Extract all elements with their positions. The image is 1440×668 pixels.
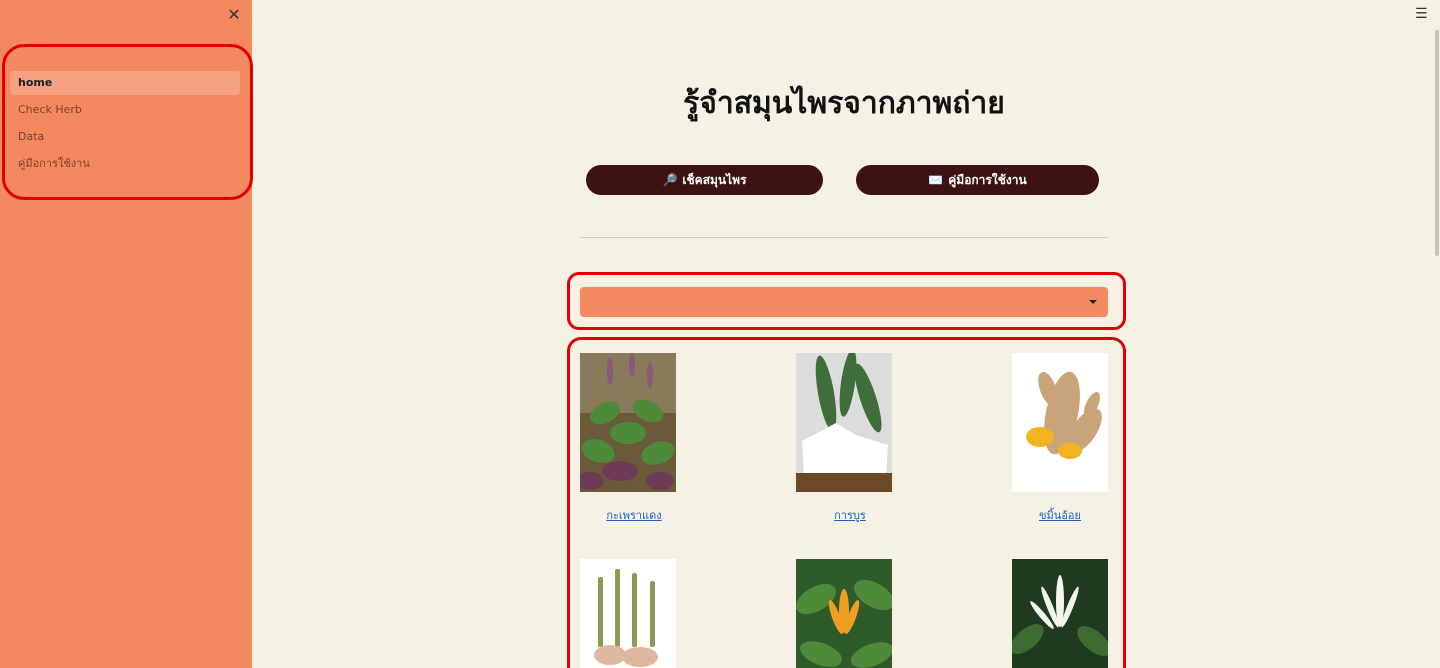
herb-link[interactable]: ขมิ้นอ้อย	[1000, 506, 1120, 524]
sidebar-nav-highlight	[2, 44, 253, 200]
magnifier-icon: 🔎	[662, 173, 678, 187]
sidebar-item-check-herb[interactable]: Check Herb	[10, 98, 240, 122]
sidebar-item-data[interactable]: Data	[10, 125, 240, 149]
herb-link[interactable]: กะเพราแดง	[574, 506, 694, 524]
white-champaca-image[interactable]	[1012, 559, 1108, 668]
chevron-down-icon	[1089, 300, 1097, 304]
divider	[580, 237, 1108, 238]
hamburger-menu-icon[interactable]: ☰	[1415, 7, 1429, 21]
page-title: รู้จำสมุนไพรจากภาพถ่าย	[683, 86, 1005, 121]
manual-label: คู่มือการใช้งาน	[948, 173, 1027, 187]
red-holy-basil-image[interactable]	[580, 353, 676, 492]
champak-flower-image[interactable]	[796, 559, 892, 668]
check-herb-button[interactable]: 🔎 เช็คสมุนไพร	[586, 165, 823, 195]
sidebar-item-manual[interactable]: คู่มือการใช้งาน	[10, 152, 240, 176]
sidebar-item-home[interactable]: home	[10, 71, 240, 95]
sidebar: ✕ home Check Herb Data คู่มือการใช้งาน	[0, 0, 253, 668]
fingerroot-image[interactable]	[580, 559, 676, 668]
check-herb-label: เช็คสมุนไพร	[682, 173, 747, 187]
scrollbar[interactable]	[1435, 30, 1439, 256]
herb-link[interactable]: การบูร	[790, 506, 910, 524]
herb-select[interactable]	[580, 287, 1108, 317]
envelope-icon: ✉️	[928, 173, 944, 187]
manual-button[interactable]: ✉️ คู่มือการใช้งาน	[856, 165, 1099, 195]
camphor-image[interactable]	[796, 353, 892, 492]
zedoary-image[interactable]	[1012, 353, 1108, 492]
close-icon[interactable]: ✕	[226, 6, 242, 24]
